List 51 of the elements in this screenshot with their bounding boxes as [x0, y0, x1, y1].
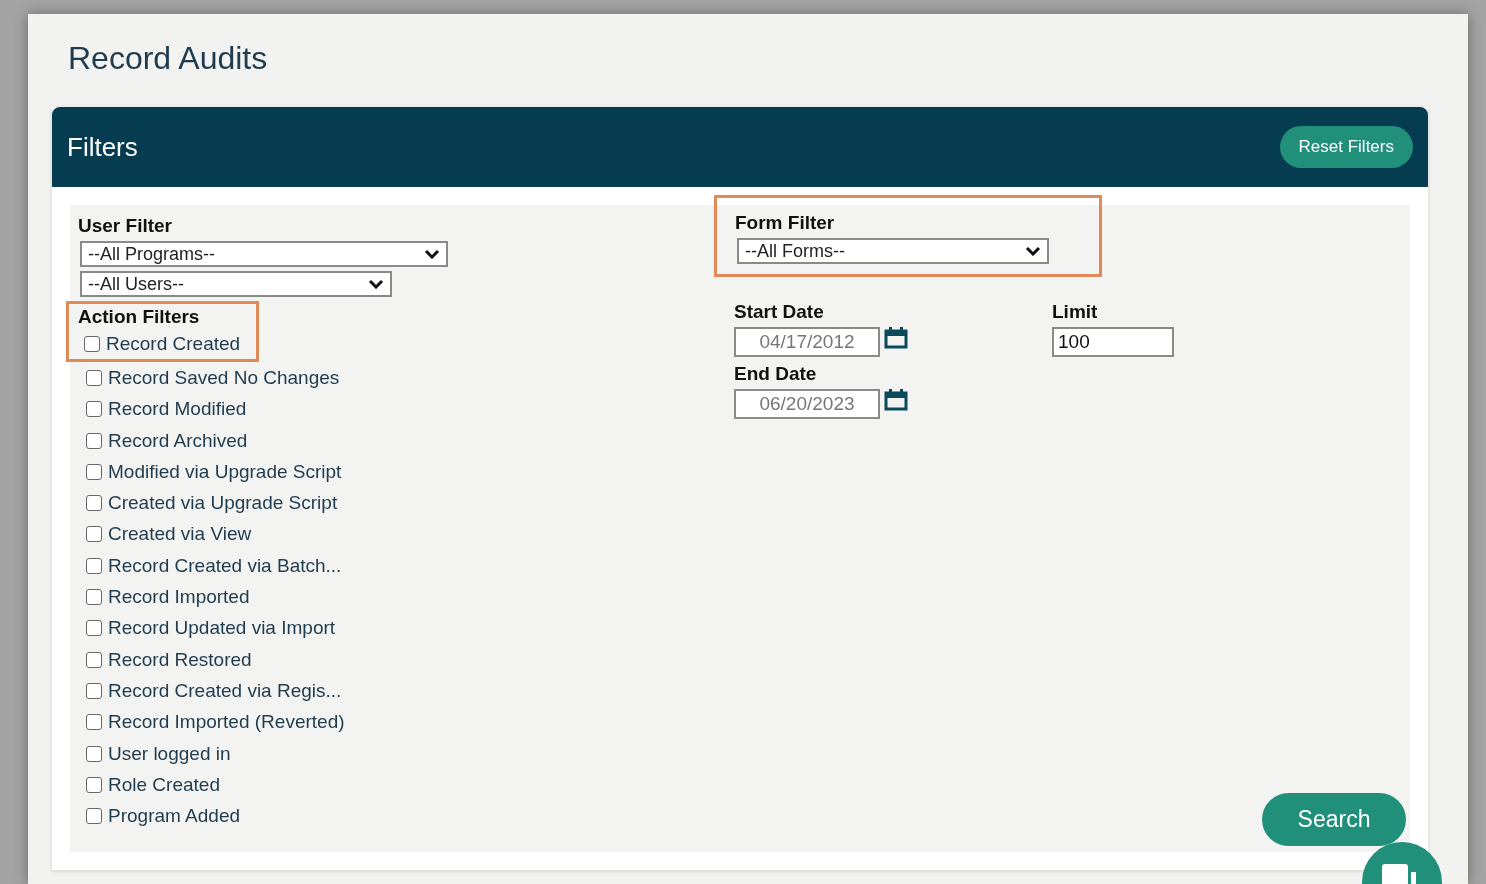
- calendar-icon[interactable]: [884, 389, 908, 411]
- filter-heading: Action Filters: [78, 306, 201, 328]
- checkbox[interactable]: [86, 651, 102, 668]
- checkbox[interactable]: [86, 620, 102, 637]
- checkbox-label[interactable]: Record Created: [106, 332, 241, 355]
- dropdown[interactable]: --All Forms--: [737, 238, 1049, 264]
- search-button[interactable]: Search: [1262, 793, 1406, 846]
- calendar-icon[interactable]: [884, 327, 908, 349]
- checkbox-label[interactable]: Record Imported: [108, 586, 250, 608]
- page-title: Record Audits: [67, 39, 269, 78]
- dropdown[interactable]: --All Users--: [80, 271, 392, 297]
- limit-field[interactable]: 100: [1052, 327, 1174, 357]
- checkbox[interactable]: [86, 495, 102, 512]
- checkbox[interactable]: [84, 335, 100, 352]
- checkbox[interactable]: [86, 432, 102, 449]
- chevron-icon: [424, 249, 440, 259]
- checkbox[interactable]: [86, 463, 102, 480]
- reset-filters-button[interactable]: Reset Filters: [1279, 126, 1413, 168]
- field-label: End Date: [734, 363, 818, 385]
- checkbox[interactable]: [86, 808, 102, 825]
- checkbox-label[interactable]: Record Created via Regis...: [108, 679, 342, 702]
- checkbox-label[interactable]: Created via View: [108, 523, 252, 546]
- panel-title: Filters: [67, 131, 138, 163]
- chevron-icon: [1025, 246, 1041, 256]
- checkbox-label[interactable]: Record Updated via Import: [108, 617, 336, 640]
- checkbox[interactable]: [86, 745, 102, 762]
- checkbox-label[interactable]: Record Created via Batch...: [108, 554, 342, 577]
- checkbox[interactable]: [86, 589, 102, 605]
- checkbox-label[interactable]: Created via Upgrade Script: [108, 492, 338, 515]
- checkbox[interactable]: [86, 714, 102, 731]
- checkbox-label[interactable]: Record Archived: [108, 429, 248, 452]
- checkbox-label[interactable]: User logged in: [108, 742, 231, 765]
- checkbox-label[interactable]: Record Restored: [108, 648, 252, 671]
- checkbox-label[interactable]: Record Saved No Changes: [108, 366, 340, 389]
- checkbox-label[interactable]: Record Modified: [108, 398, 247, 421]
- checkbox-label[interactable]: Modified via Upgrade Script: [108, 460, 342, 483]
- checkbox[interactable]: [86, 557, 102, 574]
- dropdown[interactable]: --All Programs--: [80, 241, 448, 267]
- checkbox[interactable]: [86, 526, 102, 543]
- field-label: Limit: [1052, 301, 1099, 323]
- checkbox-label[interactable]: Record Imported (Reverted): [108, 711, 345, 734]
- filter-heading: Form Filter: [735, 212, 836, 234]
- filter-heading: User Filter: [78, 215, 173, 237]
- checkbox-label[interactable]: Role Created: [108, 773, 220, 796]
- checkbox-label[interactable]: Program Added: [108, 805, 241, 828]
- field-label: Start Date: [734, 301, 825, 323]
- chevron-icon: [368, 279, 384, 289]
- checkbox[interactable]: [86, 369, 102, 386]
- checkbox[interactable]: [86, 401, 102, 418]
- checkbox[interactable]: [86, 776, 102, 793]
- checkbox[interactable]: [86, 682, 102, 699]
